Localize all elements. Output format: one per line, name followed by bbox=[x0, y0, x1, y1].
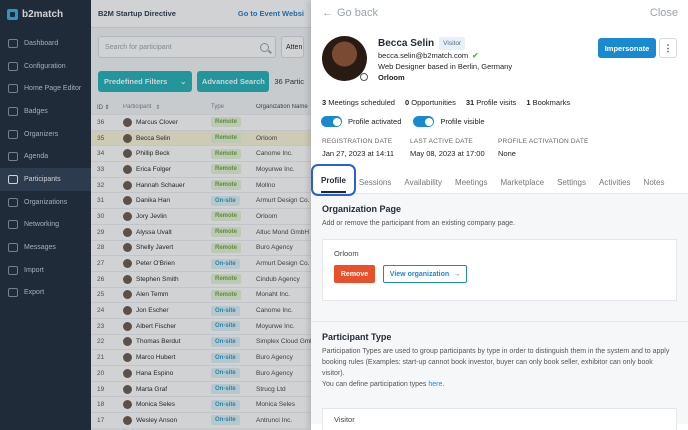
arrow-right-icon: → bbox=[453, 270, 461, 278]
tab-meetings[interactable]: Meetings bbox=[455, 178, 487, 193]
status-dot-icon bbox=[360, 73, 368, 81]
profile-activated-label: Profile activated bbox=[348, 117, 402, 126]
stat-label: Profile visits bbox=[476, 97, 517, 107]
profile-header: Becca Selin Visitor becca.selin@b2match.… bbox=[311, 26, 688, 90]
view-organization-label: View organization bbox=[389, 270, 450, 278]
more-options-button[interactable]: ⋮ bbox=[659, 38, 677, 58]
organization-page-title: Organization Page bbox=[322, 204, 402, 214]
toggle-switch-icon bbox=[413, 116, 435, 127]
profile-toggles: Profile activated Profile visible bbox=[311, 108, 688, 128]
close-button[interactable]: Close bbox=[650, 7, 678, 19]
divider bbox=[311, 321, 688, 322]
participant-name-row: Becca Selin Visitor bbox=[378, 37, 512, 50]
participant-type-define: You can define participation types here. bbox=[322, 381, 445, 388]
profile-visible-label: Profile visible bbox=[440, 117, 485, 126]
verified-check-icon: ✔ bbox=[472, 51, 479, 60]
participant-organization: Orloom bbox=[378, 73, 405, 82]
view-organization-button[interactable]: View organization → bbox=[383, 265, 467, 283]
profile-tab-content: Organization Page Add or remove the part… bbox=[311, 194, 688, 430]
organization-card: Orloom Remove View organization → bbox=[322, 239, 677, 301]
stat-opportunities: 0 Opportunities bbox=[405, 98, 456, 107]
modal-backdrop[interactable] bbox=[0, 0, 311, 430]
stat-profile-visits: 31 Profile visits bbox=[466, 98, 516, 107]
date-value: Jan 27, 2023 at 14:11 bbox=[322, 149, 395, 158]
profile-tabs: Profile Sessions Availability Meetings Marke… bbox=[311, 164, 688, 196]
stat-label: Meetings scheduled bbox=[328, 97, 395, 107]
tab-availability[interactable]: Availability bbox=[404, 178, 442, 193]
arrow-left-icon: ← bbox=[322, 7, 333, 19]
tab-marketplace[interactable]: Marketplace bbox=[501, 178, 545, 193]
date-label: REGISTRATION DATE bbox=[322, 138, 393, 145]
tab-notes[interactable]: Notes bbox=[644, 178, 665, 193]
date-value: None bbox=[498, 149, 516, 158]
date-value: May 08, 2023 at 17:00 bbox=[410, 149, 485, 158]
date-profile-activation-date: PROFILE ACTIVATION DATE None bbox=[498, 138, 589, 166]
tab-highlight-ring bbox=[311, 164, 356, 196]
toggle-switch-icon bbox=[321, 116, 342, 127]
participant-detail-panel: ← Go back Close Becca Selin Visitor becc… bbox=[311, 0, 688, 430]
participant-bio: Web Designer based in Berlin, Germany bbox=[378, 62, 513, 71]
date-label: PROFILE ACTIVATION DATE bbox=[498, 138, 589, 145]
stat-number: 3 bbox=[322, 97, 327, 107]
organization-card-name: Orloom bbox=[334, 249, 359, 258]
go-back-label: Go back bbox=[337, 7, 378, 19]
date-last-active-date: LAST ACTIVE DATE May 08, 2023 at 17:00 bbox=[410, 138, 498, 166]
stat-label: Opportunities bbox=[411, 97, 456, 107]
profile-dates: REGISTRATION DATE Jan 27, 2023 at 14:11 LA… bbox=[311, 128, 688, 166]
stat-meetings-scheduled: 3 Meetings scheduled bbox=[322, 98, 395, 107]
tab-settings[interactable]: Settings bbox=[557, 178, 586, 193]
remove-button[interactable]: Remove bbox=[334, 265, 375, 283]
organization-card-actions: Remove View organization → bbox=[334, 265, 665, 283]
organization-page-desc: Add or remove the participant from an ex… bbox=[322, 220, 515, 227]
define-types-link[interactable]: here bbox=[428, 381, 442, 388]
profile-activated-toggle[interactable]: Profile activated bbox=[321, 116, 401, 127]
impersonate-button[interactable]: Impersonate bbox=[598, 38, 656, 58]
tab-activities[interactable]: Activities bbox=[599, 178, 631, 193]
go-back-button[interactable]: ← Go back bbox=[322, 7, 378, 19]
profile-info: Becca Selin Visitor becca.selin@b2match.… bbox=[378, 37, 512, 90]
email-row: becca.selin@b2match.com ✔ bbox=[378, 50, 512, 61]
avatar bbox=[322, 36, 368, 81]
date-label: LAST ACTIVE DATE bbox=[410, 138, 473, 145]
stat-number: 0 bbox=[404, 97, 410, 107]
panel-header: ← Go back Close bbox=[311, 0, 688, 26]
stat-bookmarks: 1 Bookmarks bbox=[526, 98, 570, 107]
participant-type-title: Participant Type bbox=[322, 332, 392, 342]
participant-type-desc: Participation Types are used to group pa… bbox=[322, 348, 670, 377]
role-badge: Visitor bbox=[439, 37, 466, 50]
participant-email: becca.selin@b2match.com bbox=[378, 51, 469, 60]
date-registration-date: REGISTRATION DATE Jan 27, 2023 at 14:11 bbox=[322, 138, 410, 166]
profile-visible-toggle[interactable]: Profile visible bbox=[413, 116, 485, 127]
stat-number: 1 bbox=[526, 97, 531, 107]
profile-stats: 3 Meetings scheduled 0 Opportunities 31 Pr… bbox=[311, 90, 688, 108]
stat-number: 31 bbox=[465, 97, 475, 107]
tab-sessions[interactable]: Sessions bbox=[359, 178, 391, 193]
participant-name: Becca Selin bbox=[378, 38, 435, 49]
participant-type-select[interactable]: Visitor bbox=[322, 408, 677, 430]
stat-label: Bookmarks bbox=[532, 97, 571, 107]
